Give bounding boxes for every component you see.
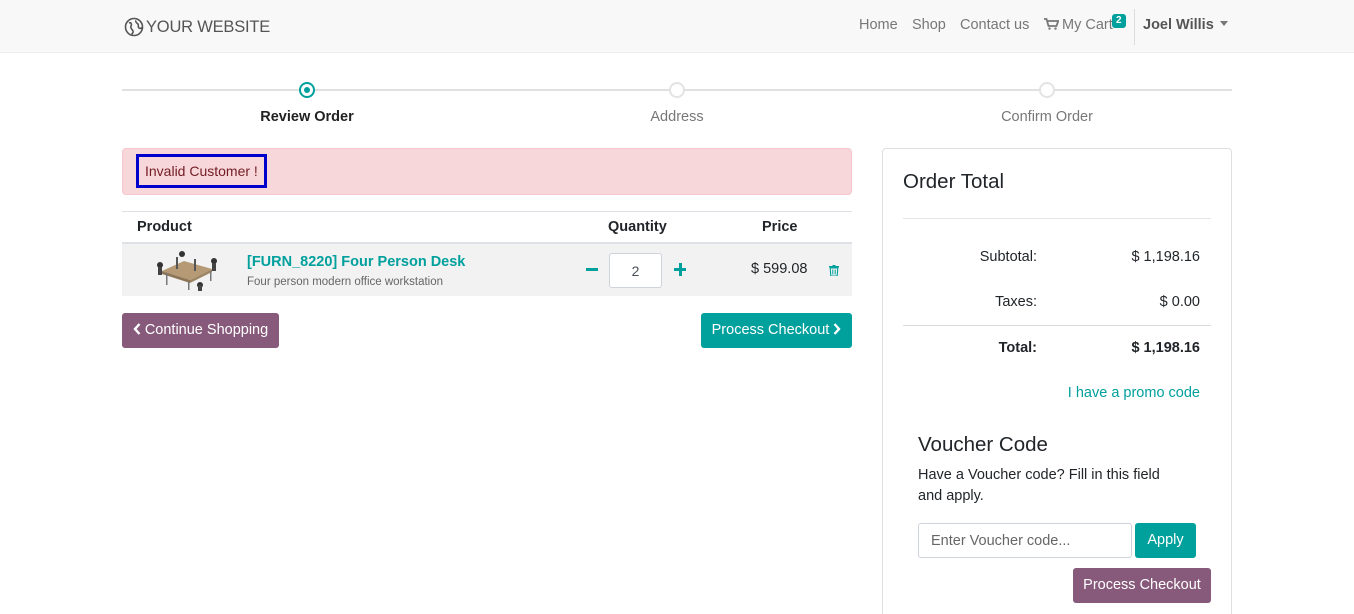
step-pending-dot-icon [669,82,685,98]
caret-down-icon [1219,21,1228,26]
voucher-code-title: Voucher Code [918,433,1048,456]
cart-table-header: Product Quantity Price [122,211,852,244]
nav-home-link[interactable]: Home [859,17,898,33]
column-header-product: Product [137,219,192,235]
product-price: $ 599.08 [751,261,808,277]
product-description: Four person modern office workstation [247,276,444,288]
chevron-right-icon [833,323,841,335]
process-checkout-label: Process Checkout [711,322,830,338]
cart-table: Product Quantity Price [FURN_8220] Four … [122,211,852,296]
taxes-value: $ 0.00 [1159,294,1200,310]
quantity-input[interactable] [609,253,662,288]
wizard-step-label: Confirm Order [1001,109,1093,125]
total-label: Total: [998,340,1037,356]
continue-shopping-label: Continue Shopping [144,322,269,338]
top-navbar: YOUR WEBSITE Home Shop Contact us My Car… [0,0,1354,53]
minus-icon[interactable] [585,257,599,281]
nav-divider [1134,9,1135,45]
divider [903,218,1211,219]
column-header-price: Price [762,219,798,235]
nav-cart-link[interactable]: My Cart [1044,17,1113,33]
wizard-step-label: Review Order [260,109,354,125]
chevron-left-icon [133,323,141,335]
shopping-cart-icon [1044,18,1059,30]
user-name: Joel Willis [1143,17,1214,33]
taxes-label: Taxes: [995,294,1037,310]
plus-icon[interactable] [673,257,687,281]
subtotal-label: Subtotal: [979,249,1037,265]
nav-contact-link[interactable]: Contact us [960,17,1029,33]
error-alert: Invalid Customer ! [122,148,852,195]
nav-shop-link[interactable]: Shop [912,17,946,33]
order-total-card: Order Total Subtotal: $ 1,198.16 Taxes: … [882,148,1232,614]
apply-voucher-button[interactable]: Apply [1135,523,1196,558]
column-header-quantity: Quantity [608,219,667,235]
voucher-description: Have a Voucher code? Fill in this field … [918,467,1160,504]
product-thumbnail[interactable] [154,249,220,291]
checkout-progress-wizard: Review Order Address Confirm Order [122,78,1232,128]
process-checkout-button[interactable]: Process Checkout [701,313,852,348]
logo-text: YOUR WEBSITE [146,17,271,36]
alert-message: Invalid Customer ! [136,154,267,188]
step-pending-dot-icon [1039,82,1055,98]
nav-cart-label: My Cart [1062,17,1113,33]
user-menu-dropdown[interactable]: Joel Willis [1143,17,1228,33]
total-value: $ 1,198.16 [1131,340,1200,356]
step-active-dot-icon [299,82,315,98]
trash-icon[interactable] [829,265,839,276]
continue-shopping-button[interactable]: Continue Shopping [122,313,279,348]
cart-count-badge: 2 [1112,14,1126,28]
globe-icon [124,17,144,37]
subtotal-value: $ 1,198.16 [1131,249,1200,265]
sidebar-process-checkout-button[interactable]: Process Checkout [1073,568,1211,603]
divider [903,325,1211,326]
voucher-code-input[interactable] [918,523,1132,558]
table-row: [FURN_8220] Four Person Desk Four person… [122,244,852,296]
wizard-step-label: Address [650,109,704,125]
site-logo[interactable]: YOUR WEBSITE [124,14,270,40]
product-name-link[interactable]: [FURN_8220] Four Person Desk [247,254,465,270]
promo-code-link[interactable]: I have a promo code [1068,385,1200,401]
order-total-title: Order Total [903,170,1005,193]
